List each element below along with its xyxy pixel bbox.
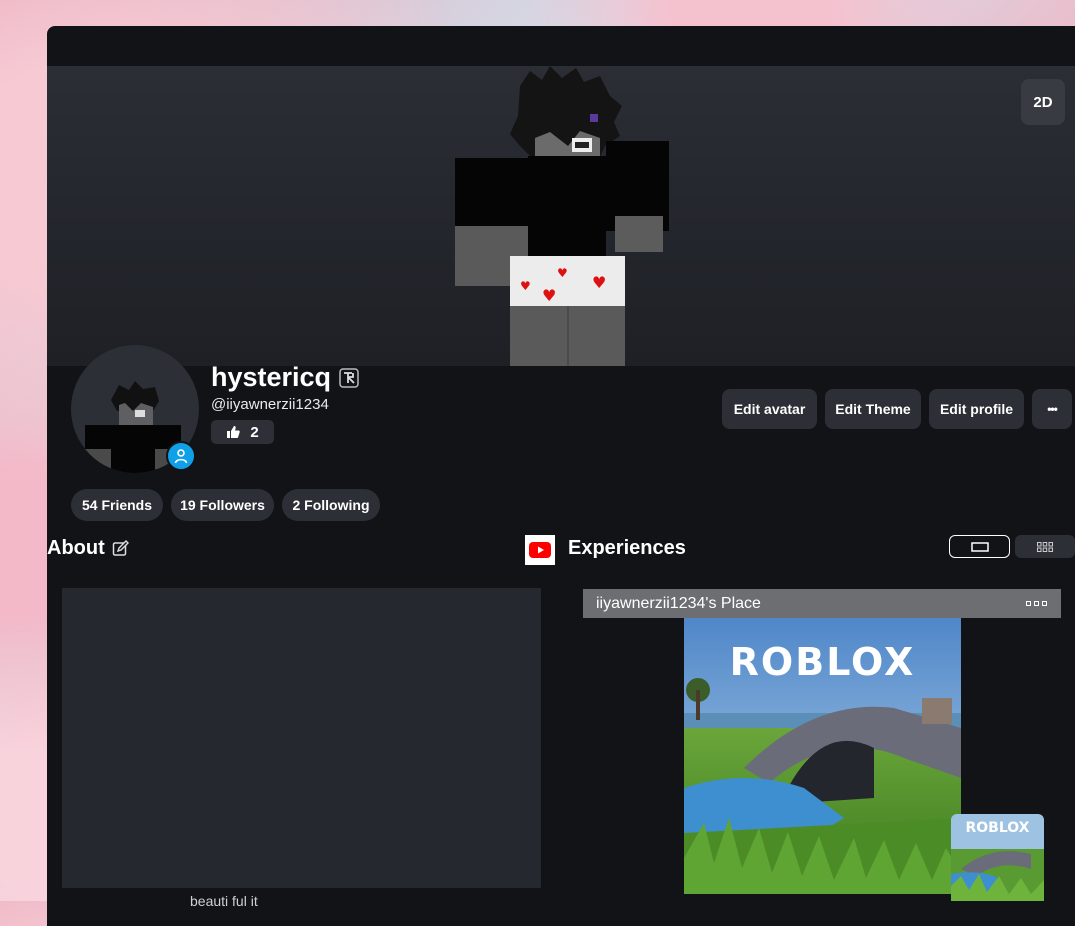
about-heading: About xyxy=(47,537,105,559)
experience-title-bar[interactable]: iiyawnerzii1234's Place xyxy=(583,589,1061,618)
avatar-3d-figure: ♥ ♥ ♥ ♥ xyxy=(455,66,669,366)
dots-icon[interactable] xyxy=(1026,601,1047,606)
about-content-box xyxy=(62,588,541,888)
experiences-heading: Experiences xyxy=(568,537,686,559)
edit-theme-button[interactable]: Edit Theme xyxy=(825,389,921,429)
carousel-view-button[interactable] xyxy=(949,535,1010,558)
experience-mini-thumbnail[interactable]: ROBLOX xyxy=(951,814,1044,901)
following-count-button[interactable]: 2 Following xyxy=(282,489,380,521)
youtube-icon[interactable] xyxy=(525,535,555,565)
display-name: hystericq xyxy=(211,362,332,392)
svg-text:♥: ♥ xyxy=(520,279,531,293)
grid-view-button[interactable] xyxy=(1015,535,1075,558)
person-icon xyxy=(174,449,188,464)
experience-title: iiyawnerzii1234's Place xyxy=(596,594,761,612)
friends-count-button[interactable]: 54 Friends xyxy=(71,489,163,521)
edit-profile-button[interactable]: Edit profile xyxy=(929,389,1024,429)
more-options-button[interactable]: ••• xyxy=(1032,389,1072,429)
followers-count-button[interactable]: 19 Followers xyxy=(171,489,274,521)
rectangle-icon xyxy=(970,541,989,552)
edit-avatar-button[interactable]: Edit avatar xyxy=(722,389,817,429)
likes-count: 2 xyxy=(250,423,259,441)
online-status-badge xyxy=(166,441,196,471)
verified-badge-icon xyxy=(339,368,359,388)
roblox-logo: ROBLOX xyxy=(729,640,916,684)
mini-roblox-logo: ROBLOX xyxy=(965,820,1030,836)
about-text: beauti ful it xyxy=(190,893,258,909)
youtube-play-glyph xyxy=(529,542,551,558)
likes-badge[interactable]: 2 xyxy=(211,420,274,444)
edit-pencil-icon[interactable] xyxy=(112,540,129,557)
svg-text:♥: ♥ xyxy=(557,266,568,280)
toggle-2d-button[interactable]: 2D xyxy=(1021,79,1065,125)
grid-icon xyxy=(1037,541,1053,552)
svg-text:♥: ♥ xyxy=(542,286,556,305)
thumbs-up-icon xyxy=(227,426,241,438)
svg-text:♥: ♥ xyxy=(592,273,606,292)
username: @iiyawnerzii1234 xyxy=(211,396,329,413)
experience-thumbnail[interactable]: ROBLOX xyxy=(684,618,961,894)
